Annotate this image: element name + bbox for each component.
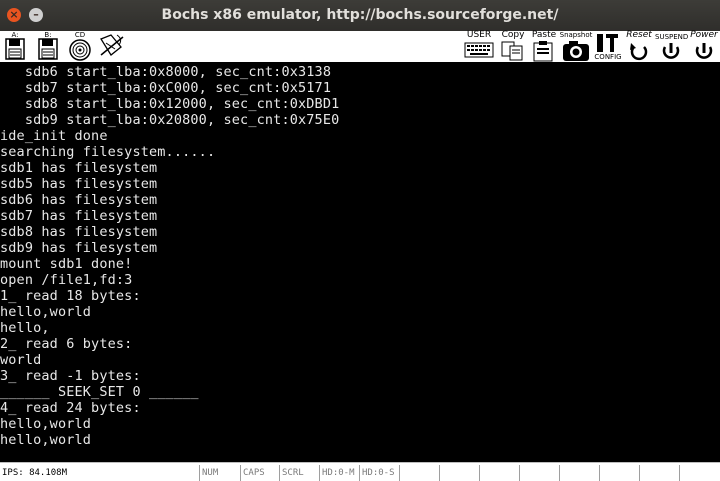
terminal-line: hello,world: [0, 432, 92, 448]
config-icon: [597, 34, 618, 52]
terminal-line: hello,world: [0, 304, 92, 320]
status-slot: [639, 465, 679, 481]
window-titlebar: × – Bochs x86 emulator, http://bochs.sou…: [0, 0, 720, 31]
terminal-line: sdb8 start_lba:0x12000, sec_cnt:0xDBD1: [0, 96, 340, 112]
status-slot: [519, 465, 559, 481]
status-slot: [559, 465, 599, 481]
terminal-line: hello,: [0, 320, 50, 336]
suspend-label: SUSPEND: [655, 33, 689, 41]
vga-screen[interactable]: sdb6 start_lba:0x8000, sec_cnt:0x3138 sd…: [0, 62, 720, 460]
scroll-lock-indicator: SCRL: [279, 465, 319, 481]
terminal-line: mount sdb1 done!: [0, 256, 133, 272]
hd-slave-indicator: HD:0-S: [359, 465, 399, 481]
mouse-capture-button[interactable]: [97, 31, 127, 62]
status-slot: [479, 465, 519, 481]
status-slot: [399, 465, 439, 481]
terminal-line: open /file1,fd:3: [0, 272, 133, 288]
floppy-a-icon: [5, 38, 25, 60]
terminal-line: sdb6 start_lba:0x8000, sec_cnt:0x3138: [0, 64, 332, 80]
terminal-line: sdb8 has filesystem: [0, 224, 158, 240]
status-slot: [679, 465, 720, 481]
terminal-line: sdb7 start_lba:0xC000, sec_cnt:0x5171: [0, 80, 332, 96]
terminal-line: sdb9 start_lba:0x20800, sec_cnt:0x75E0: [0, 112, 340, 128]
num-lock-indicator: NUM: [199, 465, 240, 481]
config-label: CONFIG: [594, 53, 622, 61]
terminal-line: sdb9 has filesystem: [0, 240, 158, 256]
user-button[interactable]: USER: [464, 31, 494, 62]
terminal-line: sdb1 has filesystem: [0, 160, 158, 176]
terminal-line: ______ SEEK_SET 0 ______: [0, 384, 199, 400]
terminal-line: 1_ read 18 bytes:: [0, 288, 141, 304]
user-icon: [464, 42, 494, 58]
paste-label: Paste: [531, 30, 557, 40]
mouse-icon: [100, 34, 124, 56]
cdrom-icon: [69, 39, 91, 61]
copy-icon: [501, 41, 523, 61]
suspend-button[interactable]: SUSPEND: [655, 31, 689, 62]
snapshot-icon: [563, 41, 589, 61]
floppy-a-button[interactable]: A:: [4, 31, 26, 62]
bochs-toolbar: A: B: CD USER Copy Paste Snapshot CONFIG…: [0, 31, 720, 63]
terminal-line: sdb5 has filesystem: [0, 176, 158, 192]
cdrom-button[interactable]: CD: [68, 31, 92, 62]
power-label: Power: [690, 30, 718, 40]
terminal-line: 2_ read 6 bytes:: [0, 336, 133, 352]
paste-icon: [533, 41, 553, 62]
terminal-line: searching filesystem......: [0, 144, 216, 160]
terminal-line: sdb6 has filesystem: [0, 192, 158, 208]
terminal-line: ide_init done: [0, 128, 108, 144]
user-label: USER: [466, 30, 492, 40]
snapshot-button[interactable]: Snapshot: [559, 31, 593, 62]
window-title: Bochs x86 emulator, http://bochs.sourcef…: [161, 7, 559, 23]
paste-button[interactable]: Paste: [531, 31, 557, 62]
copy-button[interactable]: Copy: [500, 31, 526, 62]
ips-indicator: IPS: 84.108M: [2, 468, 68, 478]
caps-lock-indicator: CAPS: [240, 465, 279, 481]
terminal-line: sdb7 has filesystem: [0, 208, 158, 224]
reset-icon: [630, 43, 648, 61]
suspend-icon: [662, 43, 680, 59]
snapshot-label: Snapshot: [559, 31, 593, 39]
status-slot: [439, 465, 479, 481]
copy-label: Copy: [501, 30, 525, 40]
terminal-line: world: [0, 352, 42, 368]
floppy-b-button[interactable]: B:: [37, 31, 59, 62]
terminal-line: hello,world: [0, 416, 92, 432]
power-button[interactable]: Power: [688, 31, 720, 62]
power-icon: [695, 43, 713, 59]
status-slot: [599, 465, 639, 481]
terminal-line: 3_ read -1 bytes:: [0, 368, 141, 384]
floppy-b-icon: [38, 38, 58, 60]
reset-label: Reset: [626, 30, 652, 40]
terminal-line: 4_ read 24 bytes:: [0, 400, 141, 416]
status-bar: IPS: 84.108M NUM CAPS SCRL HD:0-M HD:0-S: [0, 462, 720, 481]
config-button[interactable]: CONFIG: [594, 31, 622, 62]
hd-master-indicator: HD:0-M: [319, 465, 359, 481]
reset-button[interactable]: Reset: [624, 31, 654, 62]
